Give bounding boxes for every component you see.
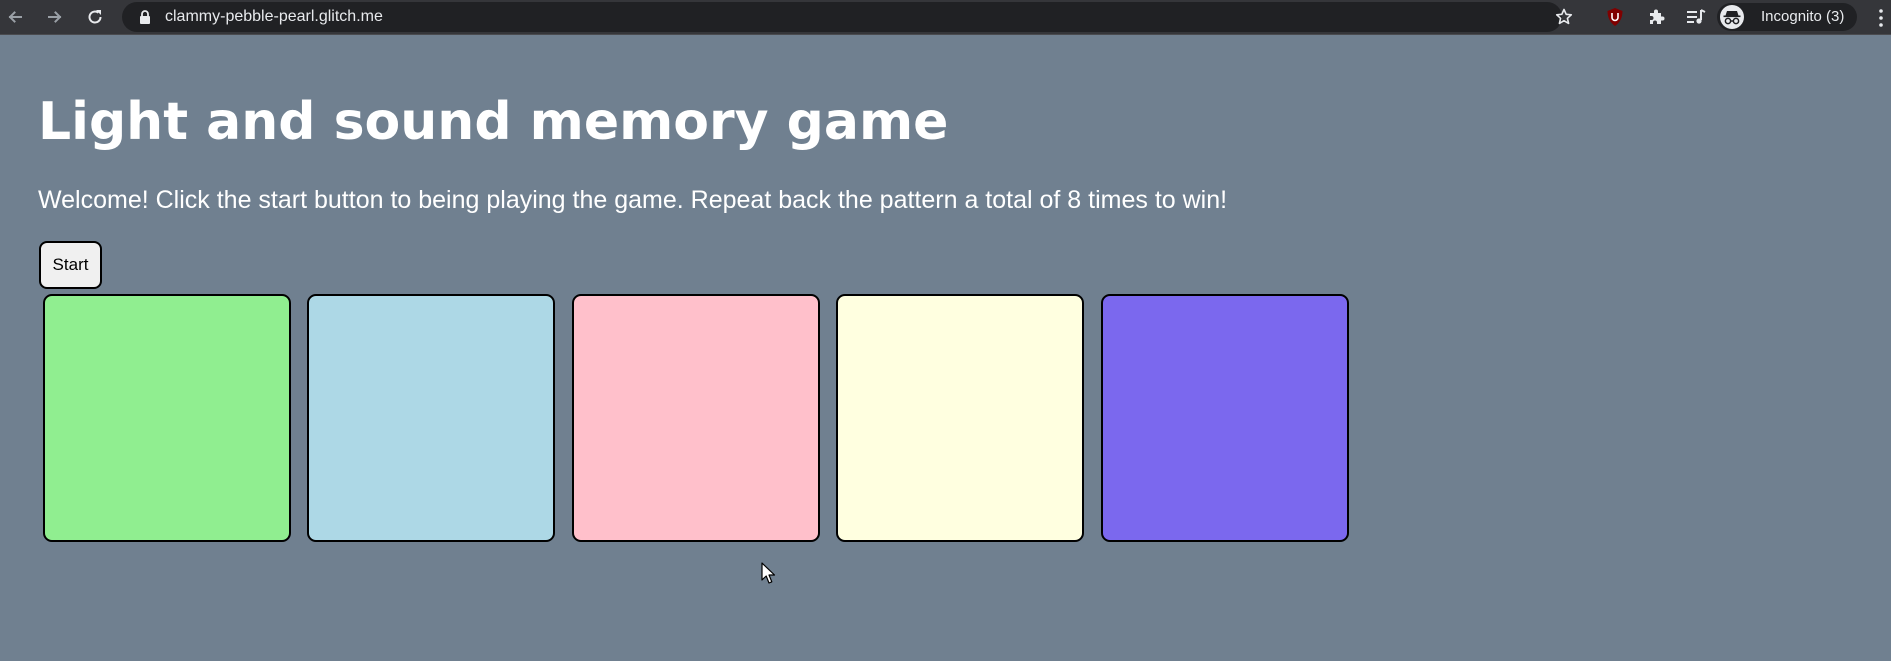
extensions-button[interactable] xyxy=(1646,7,1666,27)
game-button-1[interactable] xyxy=(43,294,291,542)
ublock-extension-button[interactable] xyxy=(1605,7,1625,27)
reload-icon xyxy=(88,10,102,24)
ublock-shield-icon xyxy=(1607,8,1623,26)
browser-toolbar: clammy-pebble-pearl.glitch.me Incognito … xyxy=(0,0,1891,35)
game-button-3[interactable] xyxy=(572,294,820,542)
arrow-right-icon xyxy=(48,11,62,23)
profile-button[interactable]: Incognito (3) xyxy=(1717,3,1857,31)
forward-button[interactable] xyxy=(42,4,68,30)
incognito-icon xyxy=(1720,5,1744,29)
mouse-cursor-icon xyxy=(761,562,776,584)
kebab-menu-icon[interactable] xyxy=(1876,8,1886,28)
welcome-text: Welcome! Click the start button to being… xyxy=(38,186,1228,214)
game-button-5[interactable] xyxy=(1101,294,1349,542)
media-controls-button[interactable] xyxy=(1686,7,1706,27)
back-button[interactable] xyxy=(2,4,28,30)
address-bar[interactable]: clammy-pebble-pearl.glitch.me xyxy=(122,2,1562,32)
start-button[interactable]: Start xyxy=(39,241,102,289)
reload-button[interactable] xyxy=(82,4,108,30)
game-button-2[interactable] xyxy=(307,294,555,542)
url-text[interactable]: clammy-pebble-pearl.glitch.me xyxy=(165,9,383,25)
lock-icon[interactable] xyxy=(138,10,152,24)
page-title: Light and sound memory game xyxy=(38,92,949,152)
arrow-left-icon xyxy=(8,11,22,23)
game-button-4[interactable] xyxy=(836,294,1084,542)
bookmark-star-icon[interactable] xyxy=(1554,7,1574,27)
media-queue-icon xyxy=(1687,9,1706,24)
profile-label: Incognito (3) xyxy=(1761,8,1845,25)
puzzle-piece-icon xyxy=(1650,9,1665,24)
